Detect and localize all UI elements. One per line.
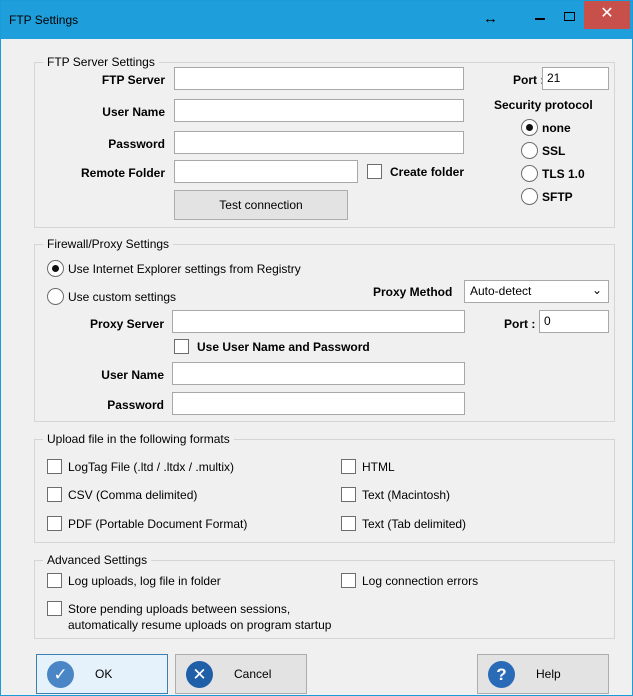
use-custom-settings-label: Use custom settings xyxy=(68,290,177,304)
html-checkbox[interactable] xyxy=(341,459,356,474)
log-uploads-checkbox[interactable] xyxy=(47,573,62,588)
create-folder-checkbox[interactable] xyxy=(367,164,382,179)
proxy-port-input[interactable]: 0 xyxy=(539,310,609,333)
pdf-label: PDF (Portable Document Format) xyxy=(68,517,248,531)
store-pending-label-line1: Store pending uploads between sessions, xyxy=(68,602,291,616)
maximize-icon[interactable] xyxy=(564,12,575,21)
advanced-group-title: Advanced Settings xyxy=(43,553,152,567)
logtag-file-checkbox[interactable] xyxy=(47,459,62,474)
text-macintosh-label: Text (Macintosh) xyxy=(362,488,451,502)
pdf-checkbox[interactable] xyxy=(47,516,62,531)
ftp-server-label: FTP Server xyxy=(101,73,165,87)
ftp-user-name-input[interactable] xyxy=(174,99,464,122)
log-errors-checkbox[interactable] xyxy=(341,573,356,588)
store-pending-label-line2: automatically resume uploads on program … xyxy=(68,618,332,632)
help-question-icon: ? xyxy=(488,661,515,688)
proxy-password-input[interactable] xyxy=(172,392,465,415)
window-title: FTP Settings xyxy=(9,13,79,27)
proxy-method-value: Auto-detect xyxy=(470,284,532,298)
log-errors-label: Log connection errors xyxy=(362,574,479,588)
ftp-settings-window: FTP Settings ↔ ✕ FTP Server Settings FTP… xyxy=(0,0,633,696)
use-credentials-label: Use User Name and Password xyxy=(197,340,370,354)
ok-label: OK xyxy=(95,667,113,681)
text-macintosh-checkbox[interactable] xyxy=(341,487,356,502)
protocol-ssl-radio[interactable] xyxy=(521,142,538,159)
proxy-user-name-label: User Name xyxy=(101,368,164,382)
ftp-port-input[interactable]: 21 xyxy=(542,67,609,90)
proxy-user-name-input[interactable] xyxy=(172,362,465,385)
firewall-group-title: Firewall/Proxy Settings xyxy=(43,237,174,251)
remote-folder-input[interactable] xyxy=(174,160,358,183)
ftp-user-name-label: User Name xyxy=(102,105,165,119)
remote-folder-label: Remote Folder xyxy=(80,166,165,180)
test-connection-button[interactable]: Test connection xyxy=(174,190,348,220)
use-credentials-checkbox[interactable] xyxy=(174,339,189,354)
chevron-down-icon: ⌄ xyxy=(591,283,602,297)
text-tab-label: Text (Tab delimited) xyxy=(362,517,467,531)
checkmark-icon: ✓ xyxy=(47,661,74,688)
help-button[interactable]: ? Help xyxy=(477,654,609,694)
create-folder-label: Create folder xyxy=(390,165,465,179)
proxy-method-select[interactable]: Auto-detect ⌄ xyxy=(464,280,609,303)
proxy-password-label: Password xyxy=(107,398,164,412)
protocol-tls-label: TLS 1.0 xyxy=(542,167,585,181)
help-label: Help xyxy=(536,667,561,681)
proxy-server-input[interactable] xyxy=(172,310,465,333)
protocol-sftp-label: SFTP xyxy=(542,190,573,204)
html-label: HTML xyxy=(362,460,395,474)
ftp-password-label: Password xyxy=(108,137,165,151)
cancel-label: Cancel xyxy=(234,667,272,681)
resize-arrows-icon[interactable]: ↔ xyxy=(483,10,498,27)
ftp-server-input[interactable] xyxy=(174,67,464,90)
store-pending-checkbox[interactable] xyxy=(47,601,62,616)
test-connection-label: Test connection xyxy=(219,198,303,212)
use-custom-settings-radio[interactable] xyxy=(47,288,64,305)
protocol-none-radio[interactable] xyxy=(521,119,538,136)
ftp-port-label: Port : xyxy=(513,73,545,87)
ftp-group-title: FTP Server Settings xyxy=(43,55,159,69)
protocol-tls-radio[interactable] xyxy=(521,165,538,182)
close-icon[interactable]: ✕ xyxy=(584,1,630,29)
minimize-icon[interactable] xyxy=(534,8,548,24)
use-ie-settings-radio[interactable] xyxy=(47,260,64,277)
csv-checkbox[interactable] xyxy=(47,487,62,502)
ftp-password-input[interactable] xyxy=(174,131,464,154)
proxy-server-label: Proxy Server xyxy=(89,317,164,331)
use-ie-settings-label: Use Internet Explorer settings from Regi… xyxy=(68,262,301,276)
logtag-file-label: LogTag File (.ltd / .ltdx / .multix) xyxy=(68,460,235,474)
title-bar: FTP Settings ↔ ✕ xyxy=(1,1,632,39)
upload-group-title: Upload file in the following formats xyxy=(43,432,234,446)
cancel-x-icon: ✕ xyxy=(186,661,213,688)
log-uploads-label: Log uploads, log file in folder xyxy=(68,574,221,588)
security-protocol-label: Security protocol xyxy=(494,98,593,112)
proxy-method-label: Proxy Method xyxy=(373,285,453,299)
text-tab-checkbox[interactable] xyxy=(341,516,356,531)
protocol-ssl-label: SSL xyxy=(542,144,566,158)
proxy-port-label: Port : xyxy=(504,317,536,331)
protocol-sftp-radio[interactable] xyxy=(521,188,538,205)
ok-button[interactable]: ✓ OK xyxy=(36,654,168,694)
protocol-none-label: none xyxy=(542,121,571,135)
csv-label: CSV (Comma delimited) xyxy=(68,488,198,502)
cancel-button[interactable]: ✕ Cancel xyxy=(175,654,307,694)
